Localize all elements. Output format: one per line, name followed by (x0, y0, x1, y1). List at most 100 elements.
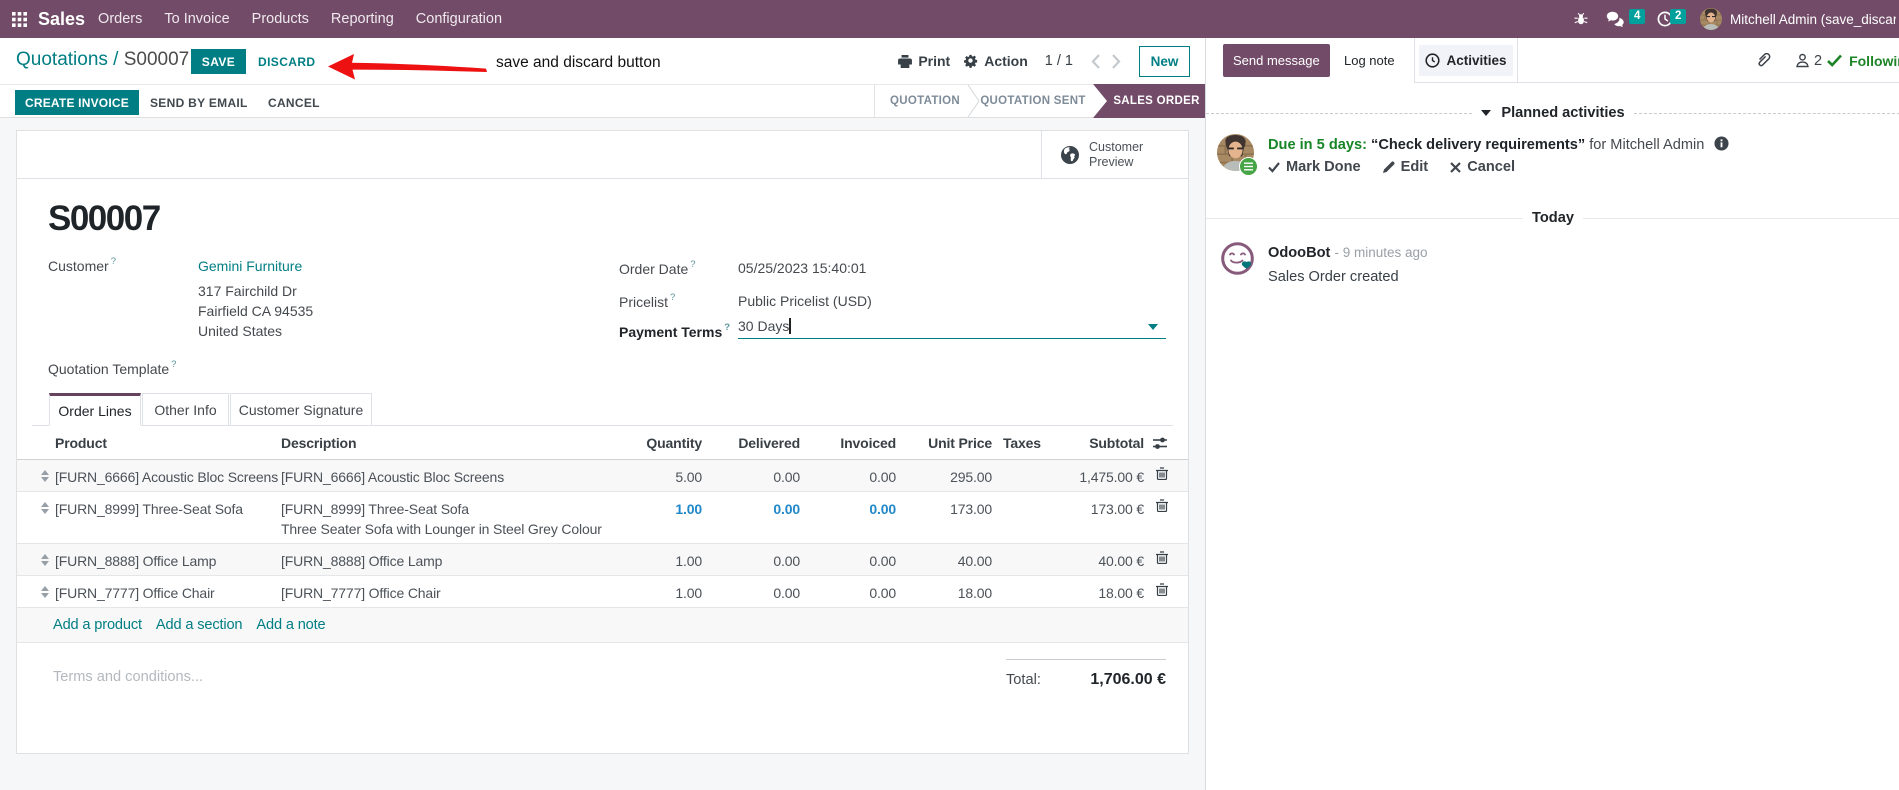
delete-line-icon[interactable] (1156, 492, 1170, 543)
cell-description[interactable]: [FURN_8888] Office Lamp (281, 544, 442, 575)
cell-product[interactable]: [FURN_8999] Three-Seat Sofa (55, 492, 243, 543)
order-line-row[interactable]: [FURN_8888] Office Lamp [FURN_8888] Offic… (17, 544, 1188, 576)
drag-handle[interactable] (37, 583, 53, 601)
menu-to-invoice[interactable]: To Invoice (153, 0, 240, 38)
col-description[interactable]: Description (281, 427, 357, 459)
stage-quotation[interactable]: QUOTATION (875, 84, 967, 118)
menu-orders[interactable]: Orders (87, 0, 153, 38)
cell-delivered[interactable]: 0.00 (710, 576, 800, 607)
print-button[interactable]: Print (898, 53, 950, 69)
cell-unit-price[interactable]: 295.00 (902, 460, 992, 491)
delete-line-icon[interactable] (1156, 460, 1170, 491)
customer-preview-button[interactable]: Customer Preview (1041, 131, 1188, 178)
save-button[interactable]: SAVE (191, 49, 246, 74)
total-value: 1,706.00 € (1090, 671, 1166, 688)
send-by-email-button[interactable]: SEND BY EMAIL (150, 90, 248, 115)
col-quantity[interactable]: Quantity (602, 427, 702, 459)
activities-icon-button[interactable]: 2 (1657, 8, 1687, 27)
cell-unit-price[interactable]: 40.00 (902, 544, 992, 575)
app-name[interactable]: Sales (38, 9, 85, 30)
cancel-activity-button[interactable]: Cancel (1450, 159, 1515, 175)
stage-separator (967, 84, 980, 118)
cell-quantity[interactable]: 1.00 (602, 576, 702, 607)
col-delivered[interactable]: Delivered (710, 427, 800, 459)
cell-delivered[interactable]: 0.00 (710, 460, 800, 491)
tab-order-lines[interactable]: Order Lines (49, 393, 141, 426)
drag-handle[interactable] (37, 499, 53, 517)
stage-quotation-sent[interactable]: QUOTATION SENT (980, 84, 1086, 118)
cell-invoiced[interactable]: 0.00 (808, 544, 896, 575)
order-line-row[interactable]: [FURN_6666] Acoustic Bloc Screens [FURN_6… (17, 460, 1188, 492)
cell-quantity[interactable]: 1.00 (602, 544, 702, 575)
col-invoiced[interactable]: Invoiced (808, 427, 896, 459)
send-message-button[interactable]: Send message (1223, 44, 1330, 77)
following-button[interactable]: Following (1827, 53, 1899, 69)
dropdown-caret-icon[interactable] (1148, 324, 1158, 330)
cell-delivered[interactable]: 0.00 (710, 544, 800, 575)
drag-handle[interactable] (37, 467, 53, 485)
cell-product[interactable]: [FURN_6666] Acoustic Bloc Screens (55, 460, 278, 491)
info-icon[interactable] (1714, 136, 1729, 151)
order-line-row[interactable]: [FURN_7777] Office Chair [FURN_7777] Offi… (17, 576, 1188, 608)
order-title[interactable]: S00007 (48, 199, 161, 239)
col-product[interactable]: Product (55, 427, 107, 459)
cell-quantity[interactable]: 5.00 (602, 460, 702, 491)
dashed-separator-left (1206, 112, 1473, 114)
breadcrumb-quotations-link[interactable]: Quotations / (16, 49, 124, 70)
order-date-value[interactable]: 05/25/2023 15:40:01 (738, 260, 866, 276)
order-line-row[interactable]: [FURN_8999] Three-Seat Sofa [FURN_8999] T… (17, 492, 1188, 544)
apps-menu-button[interactable] (0, 0, 38, 38)
message-author[interactable]: OdooBot (1268, 245, 1330, 261)
activities-button[interactable]: Activities (1414, 38, 1518, 83)
action-button[interactable]: Action (964, 53, 1028, 69)
delete-line-icon[interactable] (1156, 544, 1170, 575)
pager-previous[interactable] (1091, 53, 1100, 69)
delete-line-icon[interactable] (1156, 576, 1170, 607)
debug-bug-icon[interactable] (1573, 11, 1589, 27)
pager-next[interactable] (1112, 53, 1121, 69)
cell-unit-price[interactable]: 18.00 (902, 576, 992, 607)
add-section-link[interactable]: Add a section (156, 617, 243, 633)
add-note-link[interactable]: Add a note (256, 617, 325, 633)
user-menu[interactable]: Mitchell Admin (save_discard (1700, 8, 1896, 30)
cell-product[interactable]: [FURN_8888] Office Lamp (55, 544, 216, 575)
edit-activity-button[interactable]: Edit (1382, 159, 1428, 175)
add-product-link[interactable]: Add a product (53, 617, 142, 633)
pricelist-value[interactable]: Public Pricelist (USD) (738, 293, 872, 309)
drag-handle[interactable] (37, 551, 53, 569)
cell-product[interactable]: [FURN_7777] Office Chair (55, 576, 215, 607)
discard-button[interactable]: DISCARD (258, 49, 315, 74)
log-note-button[interactable]: Log note (1336, 44, 1403, 77)
mark-done-button[interactable]: Mark Done (1268, 159, 1361, 175)
attachment-paperclip-icon[interactable] (1755, 52, 1771, 69)
cell-quantity[interactable]: 1.00 (602, 492, 702, 543)
messages-icon-button[interactable]: 4 (1606, 8, 1646, 27)
tab-customer-signature[interactable]: Customer Signature (230, 393, 372, 426)
cell-invoiced[interactable]: 0.00 (808, 460, 896, 491)
customer-field-value[interactable]: Gemini Furniture (198, 258, 302, 274)
cancel-button[interactable]: CANCEL (268, 90, 320, 115)
col-unit-price[interactable]: Unit Price (902, 427, 992, 459)
terms-placeholder[interactable]: Terms and conditions... (53, 669, 203, 685)
col-taxes[interactable]: Taxes (1003, 427, 1041, 459)
new-button[interactable]: New (1139, 45, 1190, 77)
create-invoice-button[interactable]: CREATE INVOICE (15, 90, 139, 115)
cell-invoiced[interactable]: 0.00 (808, 576, 896, 607)
cell-unit-price[interactable]: 173.00 (902, 492, 992, 543)
cell-description[interactable]: [FURN_8999] Three-Seat Sofa Three Seater … (281, 492, 602, 543)
planned-activities-header[interactable]: Planned activities (1206, 105, 1899, 121)
optional-columns-icon[interactable] (1153, 427, 1171, 459)
cell-description[interactable]: [FURN_6666] Acoustic Bloc Screens (281, 460, 504, 491)
cell-description[interactable]: [FURN_7777] Office Chair (281, 576, 441, 607)
cell-invoiced[interactable]: 0.00 (808, 492, 896, 543)
stage-sales-order[interactable]: SALES ORDER (1093, 84, 1206, 118)
payment-terms-input[interactable]: 30 Days (738, 315, 1166, 339)
menu-products[interactable]: Products (241, 0, 320, 38)
cell-delivered[interactable]: 0.00 (710, 492, 800, 543)
quotation-template-label: Quotation Template? (48, 359, 177, 377)
followers-button[interactable]: 2 (1795, 53, 1822, 69)
col-subtotal[interactable]: Subtotal (1044, 427, 1144, 459)
menu-reporting[interactable]: Reporting (320, 0, 405, 38)
menu-configuration[interactable]: Configuration (405, 0, 513, 38)
tab-other-info[interactable]: Other Info (142, 393, 229, 426)
